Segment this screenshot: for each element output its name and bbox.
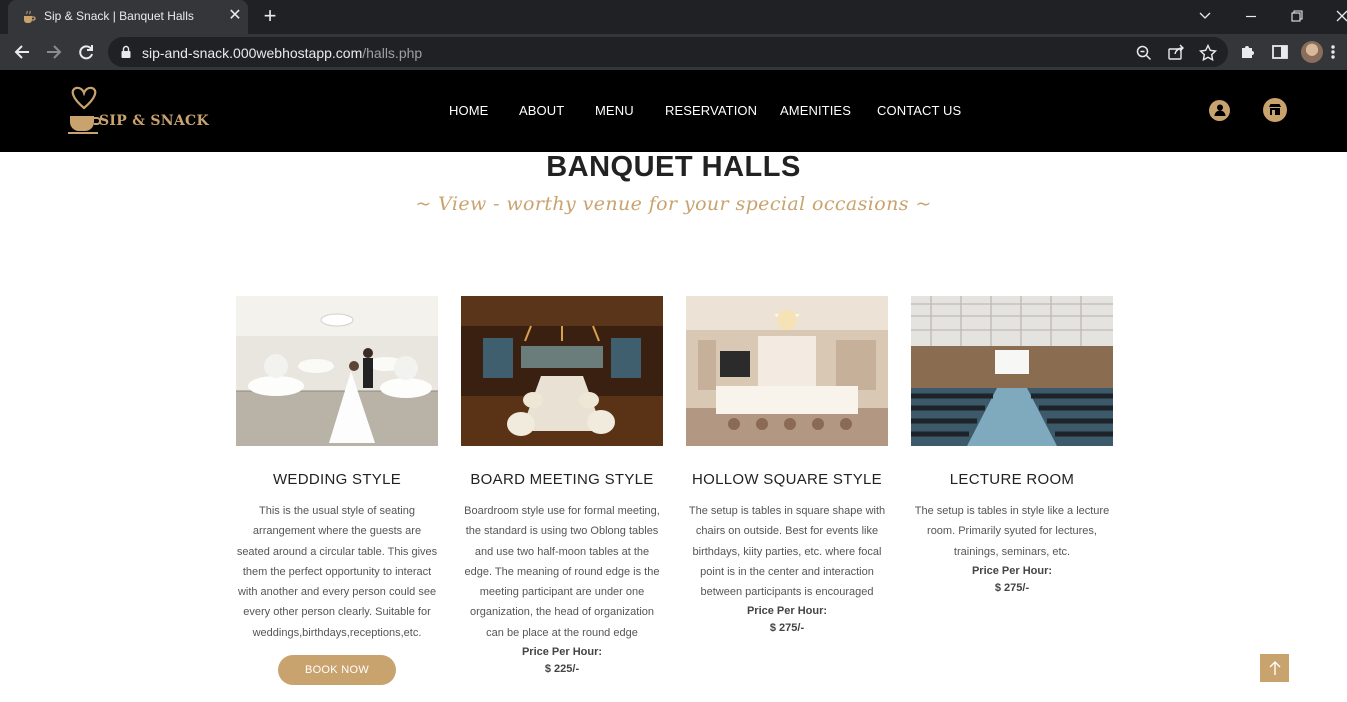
nav-home[interactable]: HOME [449,103,488,118]
logo-text: SIP & SNACK [99,113,209,129]
nav-reservation[interactable]: RESERVATION [665,103,757,118]
book-now-button[interactable]: BOOK NOW [278,655,396,686]
back-to-top-button[interactable] [1260,654,1289,682]
store-icon[interactable] [1263,98,1287,122]
browser-toolbar: sip-and-snack.000webhostapp.com/halls.ph… [0,34,1347,70]
extensions-puzzle-icon[interactable] [1236,40,1260,64]
card-description: Boardroom style use for formal meeting, … [464,505,660,639]
card-title: HOLLOW SQUARE STYLE [692,471,882,488]
price-label: Price Per Hour: [521,646,603,659]
bookmark-star-icon[interactable] [1198,43,1218,63]
card-description: The setup is tables in style like a lect… [914,505,1110,558]
board-meeting-image [461,296,663,446]
back-arrow-icon[interactable] [10,40,34,64]
nav-contact-us[interactable]: CONTACT US [877,103,961,118]
arrow-up-icon [1269,661,1280,675]
price-label: Price Per Hour: [746,605,828,618]
lecture-room-image [911,296,1113,446]
browser-menu-icon[interactable] [1326,40,1340,64]
nav-amenities[interactable]: AMENITIES [780,103,851,118]
price-value: $ 275/- [994,581,1030,594]
url-path: /halls.php [362,45,423,61]
wedding-hall-image [236,296,438,446]
tab-close-icon[interactable]: ✕ [226,7,244,25]
page-title: BANQUET HALLS [546,151,801,183]
price-value: $ 225/- [544,663,580,676]
site-logo[interactable]: SIP & SNACK [66,86,209,136]
lock-icon[interactable] [120,45,132,59]
close-window-icon[interactable] [1329,4,1347,28]
forward-arrow-icon[interactable] [42,40,66,64]
url-host: sip-and-snack.000webhostapp.com [142,45,363,61]
user-account-icon[interactable] [1209,100,1230,121]
side-panel-icon[interactable] [1268,40,1292,64]
hall-card-lecture-room: LECTURE ROOM The setup is tables in styl… [911,296,1113,597]
address-bar[interactable]: sip-and-snack.000webhostapp.com/halls.ph… [108,37,1228,67]
hollow-square-image [686,296,888,446]
zoom-icon[interactable] [1134,43,1154,63]
share-icon[interactable] [1166,43,1186,63]
card-description: This is the usual style of seating arran… [236,505,438,639]
url-text: sip-and-snack.000webhostapp.com/halls.ph… [142,45,422,61]
site-header: SIP & SNACK HOME ABOUT MENU RESERVATION … [0,70,1347,152]
price-label: Price Per Hour: [971,564,1053,577]
card-title: BOARD MEETING STYLE [470,471,654,488]
tab-search-chevron-icon[interactable] [1192,4,1218,28]
card-title: WEDDING STYLE [272,471,402,488]
nav-menu[interactable]: MENU [595,103,634,118]
browser-tab[interactable]: Sip & Snack | Banquet Halls ✕ [8,0,248,34]
tab-title: Sip & Snack | Banquet Halls [44,9,194,23]
new-tab-icon[interactable]: + [259,5,281,28]
card-title: LECTURE ROOM [949,471,1075,488]
restore-icon[interactable] [1284,4,1310,28]
coffee-cup-favicon-icon [24,10,36,23]
hall-card-board-meeting: BOARD MEETING STYLE Boardroom style use … [461,296,663,678]
card-description: The setup is tables in square shape with… [688,505,886,599]
profile-avatar[interactable] [1301,41,1323,63]
reload-icon[interactable] [74,40,98,64]
price-value: $ 275/- [769,622,805,635]
browser-tab-strip: Sip & Snack | Banquet Halls ✕ + [0,0,1347,34]
page-subtitle: ~ View - worthy venue for your special o… [415,193,932,215]
nav-about[interactable]: ABOUT [519,103,564,118]
minimize-icon[interactable] [1238,4,1264,28]
hall-card-hollow-square: HOLLOW SQUARE STYLE The setup is tables … [686,296,888,637]
hall-card-wedding: WEDDING STYLE This is the usual style of… [236,296,438,686]
